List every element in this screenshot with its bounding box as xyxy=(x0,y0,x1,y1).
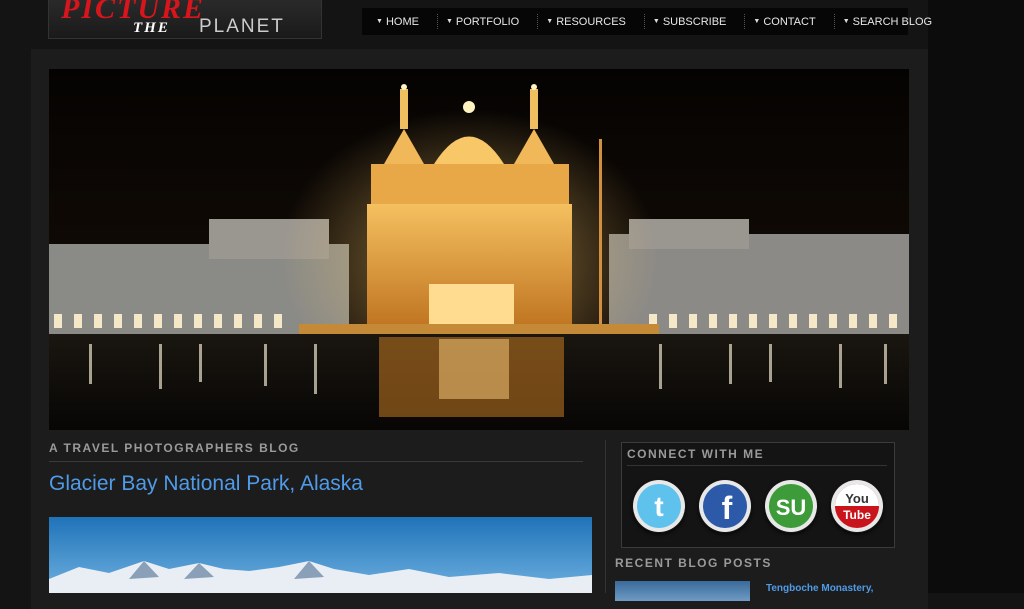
site-logo[interactable]: PICTURE THE PLANET xyxy=(48,0,322,39)
main-nav: ▼ HOME ▼ PORTFOLIO ▼ RESOURCES ▼ SUBSCRI… xyxy=(362,8,932,35)
nav-label: SUBSCRIBE xyxy=(662,15,727,28)
youtube-button[interactable]: You Tube xyxy=(830,479,884,533)
nav-resources[interactable]: ▼ RESOURCES xyxy=(537,14,634,29)
nav-contact[interactable]: ▼ CONTACT xyxy=(744,14,823,29)
svg-text:t: t xyxy=(654,491,663,522)
nav-portfolio[interactable]: ▼ PORTFOLIO xyxy=(436,14,527,29)
caret-down-icon: ▼ xyxy=(546,18,554,25)
nav-label: HOME xyxy=(385,15,419,28)
facebook-button[interactable]: f xyxy=(698,479,752,533)
blog-tagline: A TRAVEL PHOTOGRAPHERS BLOG xyxy=(49,441,583,462)
facebook-icon: f xyxy=(699,480,751,532)
logo-word-planet: PLANET xyxy=(199,16,285,37)
caret-down-icon: ▼ xyxy=(753,18,761,25)
stumbleupon-button[interactable]: SU xyxy=(764,479,818,533)
nav-label: RESOURCES xyxy=(556,15,626,28)
connect-box: CONNECT WITH ME t f SU You Tube xyxy=(621,442,895,548)
svg-text:Tube: Tube xyxy=(843,508,871,522)
caret-down-icon: ▼ xyxy=(445,18,453,25)
caret-down-icon: ▼ xyxy=(652,18,660,25)
nav-subscribe[interactable]: ▼ SUBSCRIBE xyxy=(643,14,735,29)
caret-down-icon: ▼ xyxy=(376,18,383,25)
nav-home[interactable]: ▼ HOME xyxy=(362,14,427,29)
connect-title: CONNECT WITH ME xyxy=(627,447,887,466)
svg-text:f: f xyxy=(722,490,733,526)
logo-word-the: THE xyxy=(133,20,170,36)
recent-post-thumbnail[interactable] xyxy=(615,581,750,601)
nav-label: PORTFOLIO xyxy=(455,15,520,28)
hero-image xyxy=(49,69,909,430)
youtube-icon: You Tube xyxy=(831,480,883,532)
recent-posts-title: RECENT BLOG POSTS xyxy=(615,556,772,570)
twitter-icon: t xyxy=(633,480,685,532)
column-divider xyxy=(605,440,606,593)
right-gutter xyxy=(928,0,1024,593)
post-image[interactable] xyxy=(49,517,592,593)
caret-down-icon: ▼ xyxy=(842,18,850,25)
post-title-link[interactable]: Glacier Bay National Park, Alaska xyxy=(49,472,363,496)
stumbleupon-icon: SU xyxy=(765,480,817,532)
nav-search-blog[interactable]: ▼ SEARCH BLOG xyxy=(833,14,940,29)
svg-text:You: You xyxy=(845,491,869,506)
nav-label: CONTACT xyxy=(763,15,816,28)
svg-text:SU: SU xyxy=(776,495,807,520)
twitter-button[interactable]: t xyxy=(632,479,686,533)
nav-label: SEARCH BLOG xyxy=(852,15,933,28)
recent-post-link[interactable]: Tengboche Monastery, xyxy=(766,583,873,594)
